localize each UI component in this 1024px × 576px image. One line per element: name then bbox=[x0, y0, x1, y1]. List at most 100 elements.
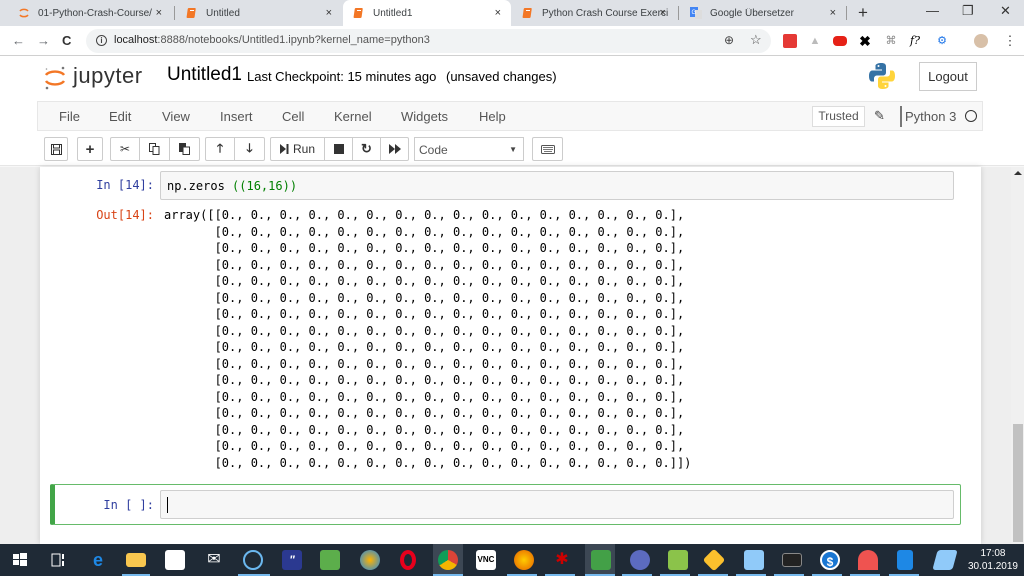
site-info-icon[interactable]: i bbox=[96, 35, 107, 46]
insert-cell-below-button[interactable]: + bbox=[77, 137, 103, 161]
back-button[interactable]: ← bbox=[12, 33, 25, 48]
firefox-icon[interactable] bbox=[514, 550, 534, 570]
task-view-icon[interactable] bbox=[48, 550, 68, 570]
menu-file[interactable]: File bbox=[59, 109, 80, 124]
menu-view[interactable]: View bbox=[162, 109, 190, 124]
restart-kernel-button[interactable]: ↻ bbox=[352, 137, 381, 161]
trusted-indicator[interactable]: Trusted bbox=[812, 106, 865, 127]
copy-cells-button[interactable] bbox=[139, 137, 170, 161]
terminal-icon[interactable] bbox=[782, 553, 802, 567]
tab-close-icon[interactable]: × bbox=[660, 7, 666, 19]
paste-cells-button[interactable] bbox=[169, 137, 200, 161]
menu-cell[interactable]: Cell bbox=[282, 109, 304, 124]
command-palette-button[interactable] bbox=[532, 137, 563, 161]
minimize-button[interactable]: — bbox=[926, 3, 939, 18]
clock-date: 30.01.2019 bbox=[967, 561, 1018, 572]
menu-kernel[interactable]: Kernel bbox=[334, 109, 372, 124]
snipping-tool-icon[interactable] bbox=[858, 550, 878, 570]
menu-widgets[interactable]: Widgets bbox=[401, 109, 448, 124]
presentation-icon[interactable] bbox=[320, 550, 340, 570]
archive-icon[interactable] bbox=[702, 548, 726, 572]
restart-run-all-button[interactable] bbox=[380, 137, 409, 161]
profile-avatar[interactable] bbox=[974, 34, 988, 48]
contacts-icon[interactable] bbox=[744, 550, 764, 570]
tab-close-icon[interactable]: × bbox=[156, 7, 162, 19]
scissors-icon: ✂ bbox=[119, 142, 131, 156]
google-drive-icon[interactable]: ▲ bbox=[808, 34, 822, 48]
tab-label: Untitled bbox=[206, 7, 240, 19]
windows-start-icon[interactable] bbox=[10, 550, 30, 570]
sync-icon[interactable]: $ bbox=[820, 550, 840, 570]
chevron-down-icon: ▼ bbox=[509, 145, 517, 154]
edge-icon[interactable]: e bbox=[88, 550, 108, 570]
run-button[interactable]: Run bbox=[270, 137, 325, 161]
logout-button[interactable]: Logout bbox=[919, 62, 977, 91]
maximize-button[interactable]: ❐ bbox=[962, 3, 974, 19]
address-bar[interactable]: i localhost:8888/notebooks/Untitled1.ipy… bbox=[86, 29, 771, 53]
scrollbar-thumb[interactable] bbox=[1013, 424, 1023, 542]
code-cell-input[interactable]: np.zeros ((16,16)) bbox=[160, 171, 954, 200]
tab-close-icon[interactable]: × bbox=[830, 7, 836, 19]
interrupt-kernel-button[interactable] bbox=[324, 137, 353, 161]
quotes-app-icon[interactable]: " bbox=[282, 550, 302, 570]
close-window-button[interactable]: ✕ bbox=[1000, 3, 1011, 19]
writer-icon[interactable] bbox=[897, 550, 913, 570]
scholar-icon[interactable] bbox=[630, 550, 650, 570]
vnc-icon[interactable]: VNC bbox=[476, 550, 496, 570]
paint-icon[interactable] bbox=[360, 550, 380, 570]
share-extension-icon[interactable]: ⚙ bbox=[935, 34, 949, 48]
cortana-icon[interactable] bbox=[243, 550, 263, 570]
chrome-icon[interactable] bbox=[438, 550, 458, 570]
x-extension-icon[interactable]: ✖ bbox=[858, 34, 872, 48]
move-cell-down-button[interactable]: 🡓 bbox=[234, 137, 265, 161]
tab-label: 01-Python-Crash-Course/ bbox=[38, 7, 152, 19]
tab-untitled1[interactable]: Untitled1 × bbox=[343, 0, 511, 26]
jupyter-logo-text[interactable]: jupyter bbox=[73, 63, 143, 89]
kernel-name[interactable]: Python 3 bbox=[905, 109, 956, 124]
tab-separator bbox=[678, 6, 679, 20]
zoom-icon[interactable]: ⊕ bbox=[724, 33, 734, 47]
tab-untitled[interactable]: Untitled × bbox=[176, 0, 342, 26]
calc-spreadsheet-icon[interactable] bbox=[591, 550, 611, 570]
tab-separator bbox=[846, 6, 847, 20]
scroll-up-arrow-icon[interactable] bbox=[1014, 171, 1022, 175]
page-scrollbar[interactable] bbox=[1011, 167, 1024, 544]
copy-icon bbox=[149, 143, 160, 155]
browser-menu-icon[interactable]: ⋮ bbox=[1003, 34, 1017, 48]
code-cell-input-empty[interactable] bbox=[160, 490, 954, 519]
menu-insert[interactable]: Insert bbox=[220, 109, 253, 124]
menu-help[interactable]: Help bbox=[479, 109, 506, 124]
reload-button[interactable]: C bbox=[62, 33, 71, 48]
menu-edit[interactable]: Edit bbox=[109, 109, 131, 124]
move-cell-up-button[interactable]: 🡑 bbox=[205, 137, 235, 161]
bug-icon[interactable]: ✱ bbox=[552, 550, 572, 570]
tab-close-icon[interactable]: × bbox=[326, 7, 332, 19]
video-extension-icon[interactable] bbox=[833, 36, 847, 46]
notebook-title[interactable]: Untitled1 bbox=[167, 64, 242, 86]
new-tab-button[interactable]: + bbox=[858, 3, 868, 23]
tab-label: Google Übersetzer bbox=[710, 7, 794, 19]
forward-button[interactable]: → bbox=[37, 33, 50, 48]
notepad-icon[interactable] bbox=[932, 550, 958, 570]
tab-google-translate[interactable]: G Google Übersetzer × bbox=[680, 0, 846, 26]
tab-01-python-crash-course[interactable]: 01-Python-Crash-Course/ × bbox=[8, 0, 172, 26]
store-icon[interactable] bbox=[165, 550, 185, 570]
url-host: localhost bbox=[114, 34, 158, 46]
puzzle-extension-icon[interactable]: ⌘ bbox=[884, 34, 898, 48]
save-button[interactable] bbox=[44, 137, 68, 161]
mail-icon[interactable]: ✉ bbox=[204, 550, 224, 570]
drawing-icon[interactable] bbox=[668, 550, 688, 570]
tab-close-icon[interactable]: × bbox=[495, 7, 501, 19]
cell-type-select[interactable]: Code ▼ bbox=[414, 137, 524, 161]
url-text[interactable]: localhost:8888/notebooks/Untitled1.ipynb… bbox=[114, 34, 430, 46]
edit-mode-pencil-icon: ✎ bbox=[874, 108, 885, 123]
cut-cells-button[interactable]: ✂ bbox=[110, 137, 140, 161]
taskbar-clock[interactable]: 17:08 30.01.2019 bbox=[968, 547, 1018, 573]
extension-red-icon[interactable] bbox=[783, 34, 797, 48]
file-explorer-icon[interactable] bbox=[126, 553, 146, 567]
bookmark-star-icon[interactable]: ☆ bbox=[750, 32, 762, 48]
formula-extension-icon[interactable]: f? bbox=[908, 34, 922, 48]
jupyter-logo-icon[interactable] bbox=[44, 65, 66, 91]
opera-icon[interactable] bbox=[400, 550, 416, 570]
tab-python-crash-course-exercises[interactable]: Python Crash Course Exerci × bbox=[512, 0, 676, 26]
